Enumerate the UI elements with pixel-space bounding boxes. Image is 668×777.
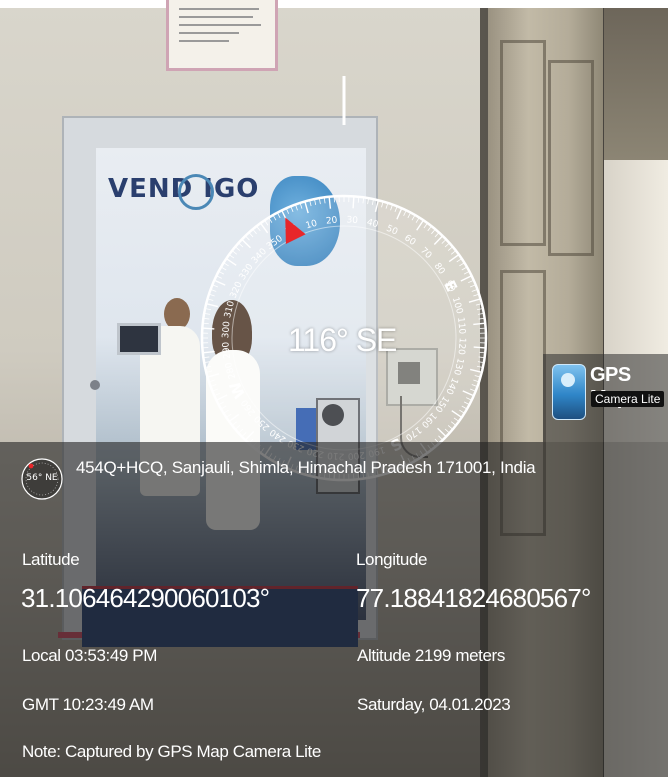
compass-degree-label: 110 bbox=[455, 317, 467, 335]
compass-degree-label: 120 bbox=[456, 337, 467, 355]
compass-degree-label: 290 bbox=[221, 341, 233, 359]
address-text: 454Q+HCQ, Sanjauli, Shimla, Himachal Pra… bbox=[76, 458, 536, 477]
date-text: Saturday, 04.01.2023 bbox=[357, 695, 511, 714]
compass-degree-label: 30 bbox=[346, 215, 358, 226]
mini-compass-label: 56° NE bbox=[26, 473, 58, 483]
compass-degree-label: 20 bbox=[326, 216, 339, 227]
longitude-label: Longitude bbox=[356, 550, 428, 569]
altitude-text: Altitude 2199 meters bbox=[357, 646, 505, 665]
longitude-value: 77.18841824680567° bbox=[356, 583, 591, 613]
gmt-time: GMT 10:23:49 AM bbox=[22, 695, 154, 714]
latitude-label: Latitude bbox=[22, 550, 80, 569]
local-time: Local 03:53:49 PM bbox=[22, 646, 157, 665]
app-badge-subtitle: Camera Lite bbox=[591, 391, 665, 407]
compass-heading: 116° SE bbox=[288, 322, 397, 358]
compass-degree-label: 300 bbox=[221, 321, 232, 339]
gps-map-app-icon bbox=[552, 364, 586, 420]
capture-note: Note: Captured by GPS Map Camera Lite bbox=[22, 742, 321, 761]
latitude-value: 31.106464290060103° bbox=[21, 583, 270, 613]
